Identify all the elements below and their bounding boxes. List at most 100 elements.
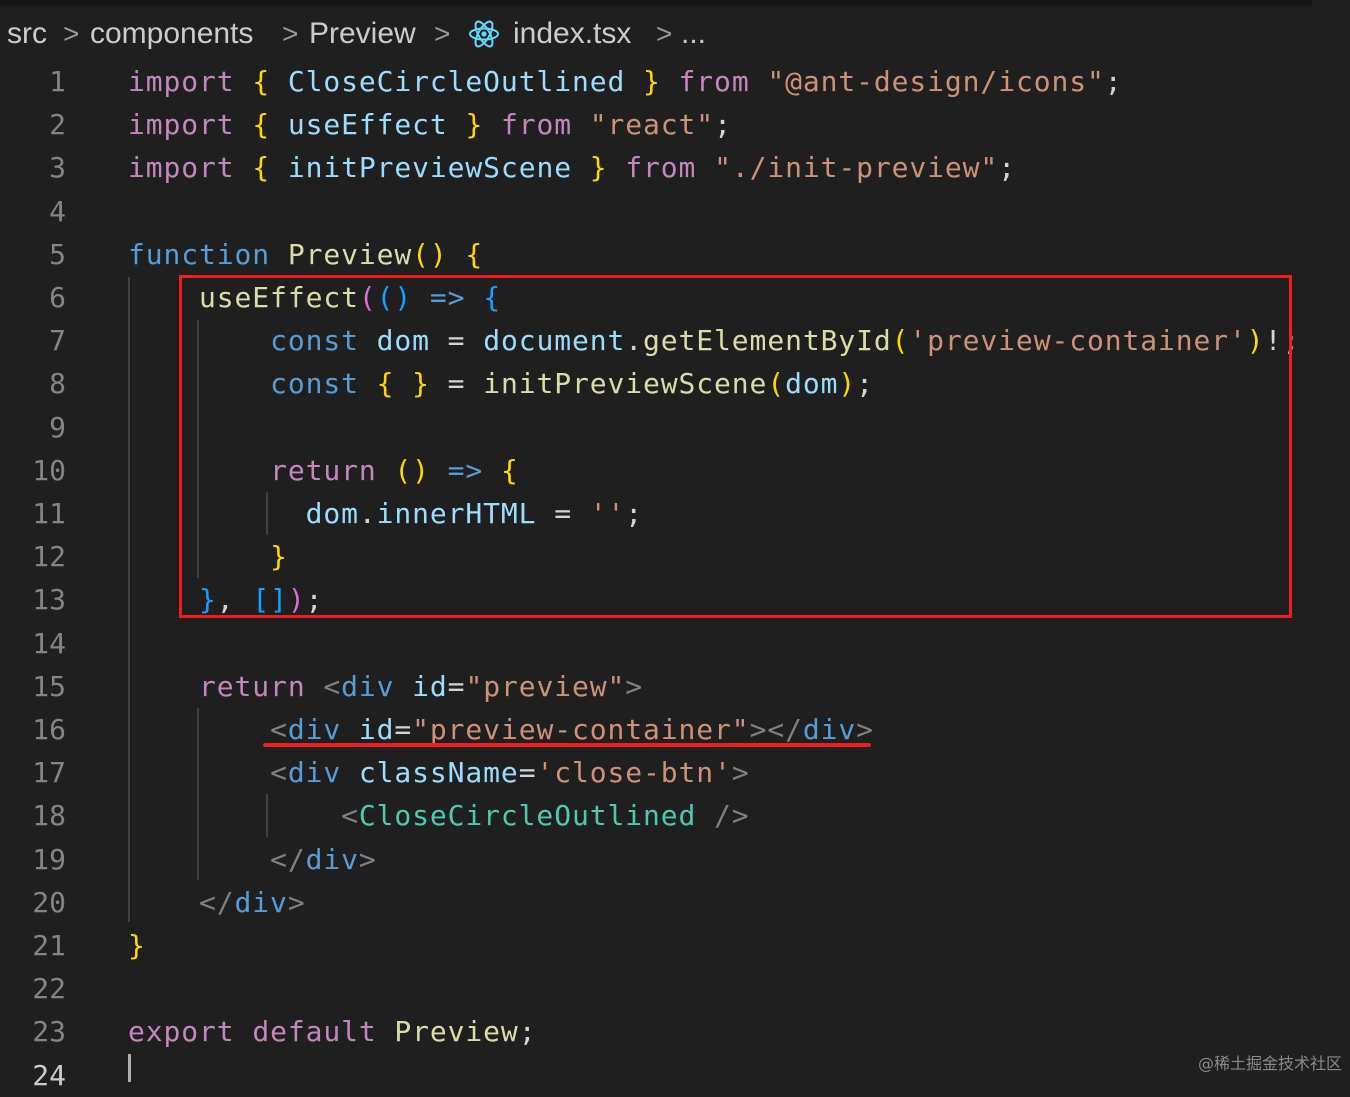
breadcrumb-separator-icon: > [282, 18, 299, 49]
watermark: @稀土掘金技术社区 [1197, 1054, 1342, 1073]
breadcrumb-src[interactable]: src [7, 16, 47, 52]
breadcrumb-preview[interactable]: Preview [309, 16, 416, 52]
breadcrumb-file[interactable]: index.tsx [513, 16, 631, 52]
line-number: 17 [32, 756, 66, 790]
code-token: ; [714, 108, 732, 142]
code-token: } [465, 108, 484, 142]
code-token: from [625, 151, 697, 185]
line-number: 3 [49, 151, 66, 185]
breadcrumb-components[interactable]: components [90, 16, 253, 52]
code-token: import [128, 65, 235, 98]
code-token: ; [998, 151, 1016, 185]
code-line[interactable]: import { useEffect } from "react"; [128, 103, 732, 146]
line-number: 24 [32, 1058, 66, 1092]
line-number: 8 [49, 367, 66, 401]
code-token: = [447, 669, 466, 703]
code-token: "preview-container" [412, 713, 750, 746]
code-token: = [518, 756, 537, 790]
code-token: < [270, 713, 288, 746]
code-token: div [234, 885, 288, 919]
code-line[interactable]: export default Preview; [128, 1010, 536, 1053]
code-token: "./init-preview" [714, 151, 999, 185]
code-token: Preview [394, 1015, 519, 1049]
code-token: "@ant-design/icons" [767, 65, 1105, 98]
code-token: id [358, 713, 395, 746]
code-token: ; [1104, 65, 1123, 98]
code-token: "react" [589, 108, 715, 142]
code-token: { [252, 108, 271, 142]
line-number: 13 [32, 583, 66, 617]
react-icon [468, 19, 500, 58]
code-token: } [643, 65, 661, 98]
code-token: import [128, 108, 235, 142]
code-line[interactable]: import { CloseCircleOutlined } from "@an… [128, 60, 1123, 103]
line-number: 19 [32, 842, 66, 876]
code-token: { [252, 65, 271, 98]
line-number: 12 [32, 540, 66, 574]
line-number: 23 [32, 1015, 66, 1049]
code-token: ; [518, 1015, 537, 1049]
annotation-highlight-box [179, 275, 1292, 618]
line-number: 18 [32, 799, 66, 833]
line-number: 9 [49, 410, 66, 444]
line-number: 2 [49, 108, 66, 142]
code-token: return [199, 669, 306, 703]
code-token: < [270, 756, 288, 790]
line-number: 20 [32, 885, 66, 919]
code-line[interactable]: <CloseCircleOutlined /> [128, 794, 750, 837]
line-number: 16 [32, 713, 66, 746]
code-line[interactable]: </div> [128, 838, 377, 881]
code-token: default [252, 1015, 377, 1049]
code-token: import [128, 151, 235, 185]
code-token: Preview [287, 237, 413, 271]
breadcrumb-separator-icon: > [434, 18, 451, 49]
line-number: 4 [49, 194, 66, 228]
code-token: useEffect [287, 108, 448, 142]
code-token: > [358, 842, 377, 876]
breadcrumb-more[interactable]: ... [681, 16, 706, 52]
code-token: > [625, 669, 644, 703]
code-line[interactable]: import { initPreviewScene } from "./init… [128, 146, 1016, 189]
code-token: < [323, 669, 342, 703]
code-token: /> [714, 799, 750, 833]
code-line[interactable]: </div> [128, 881, 306, 924]
code-token: div [341, 669, 395, 703]
code-line[interactable]: <div className='close-btn'> [128, 751, 750, 794]
line-number: 1 [49, 65, 66, 98]
code-token: = [394, 713, 413, 746]
code-token: export [128, 1015, 235, 1049]
code-token: id [412, 669, 448, 703]
code-line[interactable]: return <div id="preview"> [128, 665, 643, 708]
breadcrumb: src > components > Preview > index.tsx >… [0, 0, 1350, 60]
code-line[interactable]: function Preview() { [128, 233, 483, 276]
code-token: } [128, 929, 146, 962]
text-cursor [128, 1054, 131, 1082]
code-token: > [287, 885, 306, 919]
code-token: } [589, 151, 608, 185]
breadcrumb-separator-icon: > [656, 18, 673, 49]
tab-bar-edge [0, 0, 1312, 6]
code-line[interactable]: } [128, 924, 146, 967]
line-number: 14 [32, 626, 66, 660]
